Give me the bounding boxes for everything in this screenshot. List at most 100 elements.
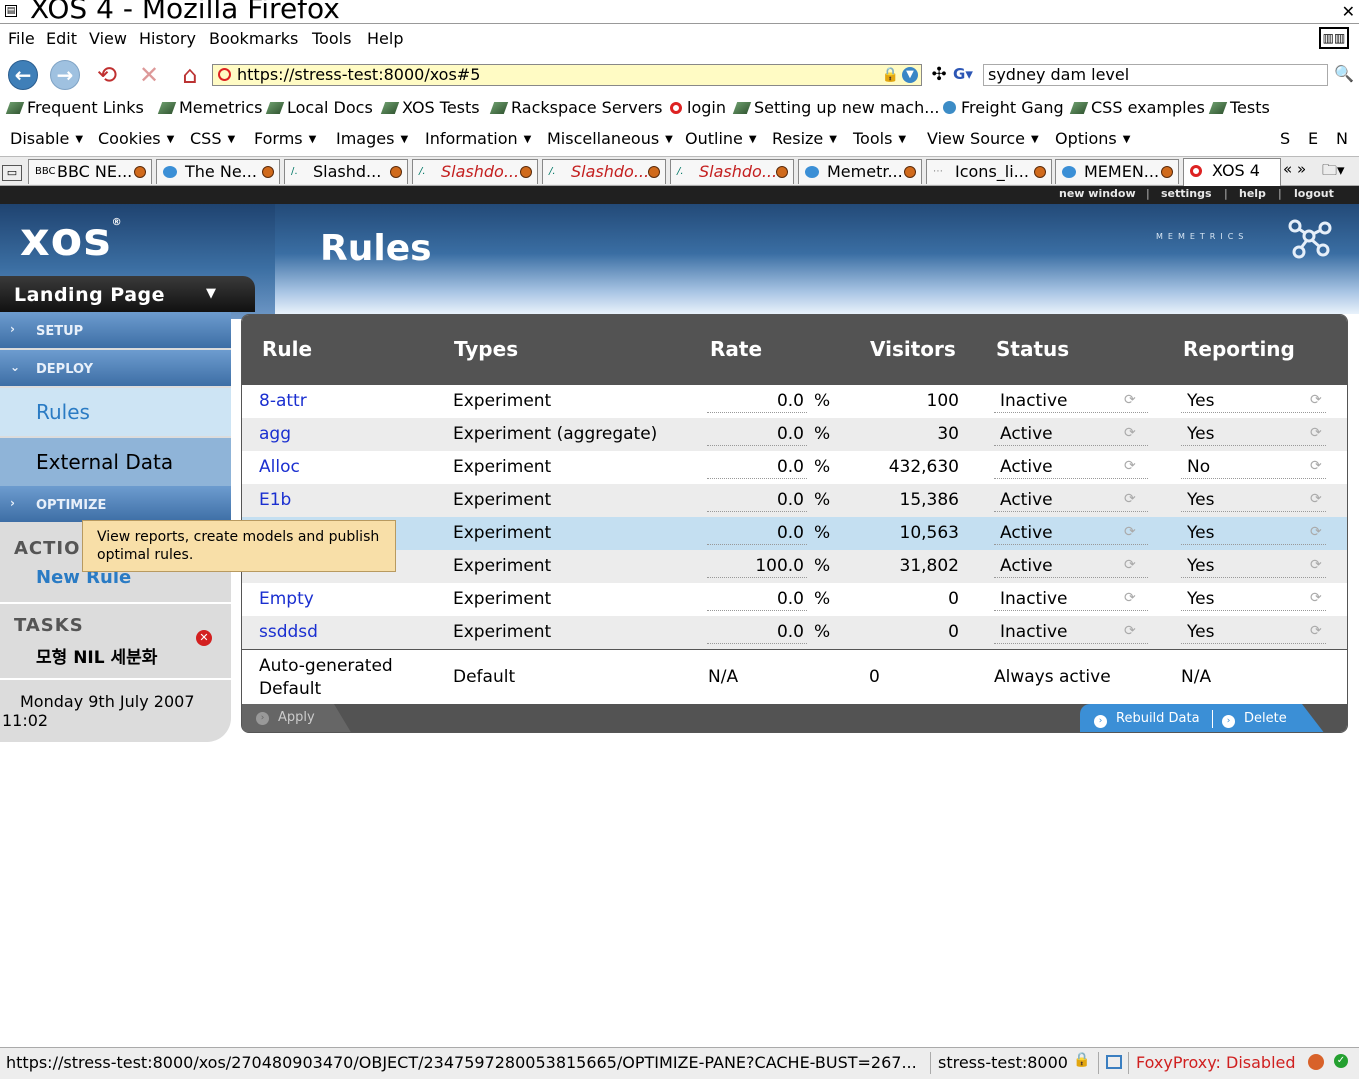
table-row[interactable]: Empty Experiment 0.0% 0 Inactive ⟳ Yes ⟳ [242,583,1347,616]
rebuild-data-button[interactable]: › Rebuild Data [1094,711,1200,728]
refresh-icon[interactable]: ⟳ [1310,590,1322,606]
table-row[interactable]: Experiment 100.0% 31,802 Active ⟳ Yes ⟳ [242,550,1347,583]
dev-cookies[interactable]: Cookies ▼ [98,129,174,148]
menu-tools[interactable]: Tools [312,29,351,48]
tab-slashdot-4[interactable]: /. Slashdo... [670,159,794,184]
dev-disable[interactable]: Disable ▼ [10,129,83,148]
column-header-visitors[interactable]: Visitors [870,337,956,361]
close-icon[interactable]: ✕ [196,630,212,646]
reporting-value[interactable]: Yes [1187,391,1214,411]
new-window-link[interactable]: new window [1059,187,1136,200]
refresh-icon[interactable]: ⟳ [1124,392,1136,408]
menu-view[interactable]: View [89,29,127,48]
search-engine-icon[interactable]: G▾ [953,65,979,85]
forward-button[interactable]: → [50,60,80,90]
tab-list-icon[interactable]: 🗀▾ [1322,160,1345,185]
table-row[interactable]: ssddsd Experiment 0.0% 0 Inactive ⟳ Yes ⟳ [242,616,1347,649]
refresh-icon[interactable]: ⟳ [1310,623,1322,639]
reporting-value[interactable]: Yes [1187,424,1214,444]
rate-value[interactable]: 0.0 [704,523,804,543]
logout-link[interactable]: logout [1294,187,1334,200]
refresh-icon[interactable]: ⟳ [1124,491,1136,507]
rate-value[interactable]: 0.0 [704,391,804,411]
table-row[interactable]: Experiment 0.0% 10,563 Active ⟳ Yes ⟳ [242,517,1347,550]
search-input[interactable]: sydney dam level [983,64,1328,86]
column-header-status[interactable]: Status [996,337,1069,361]
help-link[interactable]: help [1239,187,1266,200]
tab-close-icon[interactable] [1161,166,1173,178]
tab-memetrics[interactable]: Memetr... [798,159,922,184]
dev-tools[interactable]: Tools ▼ [853,129,906,148]
book-icon[interactable]: ▥▥ [1319,27,1349,49]
sidebar-section-setup[interactable]: › SETUP [0,312,231,348]
table-row[interactable]: E1b Experiment 0.0% 15,386 Active ⟳ Yes ⟳ [242,484,1347,517]
rule-name-link[interactable]: ssddsd [259,622,318,642]
refresh-icon[interactable]: ⟳ [1124,425,1136,441]
reporting-value[interactable]: Yes [1187,622,1214,642]
bookmark-rackspace[interactable]: Rackspace Servers [489,98,662,117]
refresh-icon[interactable]: ⟳ [1310,491,1322,507]
dev-information[interactable]: Information ▼ [425,129,531,148]
dev-miscellaneous[interactable]: Miscellaneous ▼ [547,129,673,148]
rate-value[interactable]: 0.0 [704,490,804,510]
sidebar-item-external-data[interactable]: External Data [0,438,231,486]
foxyproxy-status[interactable]: FoxyProxy: Disabled [1136,1053,1296,1072]
bookmark-freight-gang[interactable]: Freight Gang [943,98,1064,117]
bookmark-memetrics[interactable]: Memetrics [157,98,263,117]
paw-icon[interactable]: ✣ [924,60,954,90]
dev-images[interactable]: Images ▼ [336,129,408,148]
sidebar-section-deploy[interactable]: ⌄ DEPLOY [0,350,231,386]
tab-close-icon[interactable] [262,166,274,178]
dev-outline[interactable]: Outline ▼ [685,129,757,148]
stop-icon[interactable]: ✕ [134,60,164,90]
bookmark-frequent-links[interactable]: Frequent Links [5,98,144,117]
tab-scroll-arrows[interactable]: « » [1283,160,1306,178]
bookmark-css-examples[interactable]: CSS examples [1069,98,1205,117]
refresh-icon[interactable]: ⟳ [1310,458,1322,474]
landing-page-selector[interactable]: Landing Page ▼ [0,276,255,312]
refresh-icon[interactable]: ⟳ [1124,590,1136,606]
back-button[interactable]: ← [8,60,38,90]
tab-slashdot-1[interactable]: /. Slashd... [284,159,408,184]
bookmark-xos-tests[interactable]: XOS Tests [380,98,480,117]
bookmark-login[interactable]: login [670,98,726,117]
rate-value[interactable]: 0.0 [704,622,804,642]
menu-history[interactable]: History [139,29,196,48]
rate-value[interactable]: 100.0 [704,556,804,576]
lock-icon[interactable]: 🔒 [1073,1052,1090,1068]
bookmark-local-docs[interactable]: Local Docs [265,98,373,117]
dev-resize[interactable]: Resize ▼ [772,129,837,148]
status-value[interactable]: Inactive [1000,391,1067,411]
reporting-value[interactable]: Yes [1187,490,1214,510]
tab-slashdot-3[interactable]: /. Slashdo... [542,159,666,184]
settings-link[interactable]: settings [1161,187,1212,200]
status-value[interactable]: Active [1000,523,1053,543]
table-row[interactable]: 8-attr Experiment 0.0% 100 Inactive ⟳ Yes ⟳ [242,385,1347,418]
rate-value[interactable]: 0.0 [704,457,804,477]
status-value[interactable]: Active [1000,457,1053,477]
window-menu-icon[interactable]: ▤ [5,5,17,17]
bookmark-setting-up[interactable]: Setting up new mach... [732,98,940,117]
menu-help[interactable]: Help [367,29,403,48]
tab-close-icon[interactable] [904,166,916,178]
tab-the-ne[interactable]: The Ne... [156,159,280,184]
tab-close-icon[interactable] [776,166,788,178]
reporting-value[interactable]: No [1187,457,1210,477]
tab-bbc[interactable]: BBC BBC NE... [28,159,152,184]
tab-icons-list[interactable]: ⋯ Icons_li... [926,159,1052,184]
reload-icon[interactable]: ⟲ [92,60,122,90]
lock-icon[interactable]: 🔒 [882,65,899,85]
rule-name-link[interactable]: 8-attr [259,391,307,411]
bookmark-tests[interactable]: Tests [1208,98,1270,117]
rule-name-link[interactable]: E1b [259,490,291,510]
refresh-icon[interactable]: ⟳ [1124,623,1136,639]
rate-value[interactable]: 0.0 [704,424,804,444]
status-value[interactable]: Inactive [1000,589,1067,609]
table-row[interactable]: Alloc Experiment 0.0% 432,630 Active ⟳ No ⟳ [242,451,1347,484]
table-row[interactable]: agg Experiment (aggregate) 0.0% 30 Active ⟳ Ye… [242,418,1347,451]
dev-view-source[interactable]: View Source ▼ [927,129,1039,148]
reporting-value[interactable]: Yes [1187,589,1214,609]
tab-close-icon[interactable] [648,166,660,178]
delete-button[interactable]: › Delete [1222,711,1287,728]
column-header-types[interactable]: Types [454,337,518,361]
